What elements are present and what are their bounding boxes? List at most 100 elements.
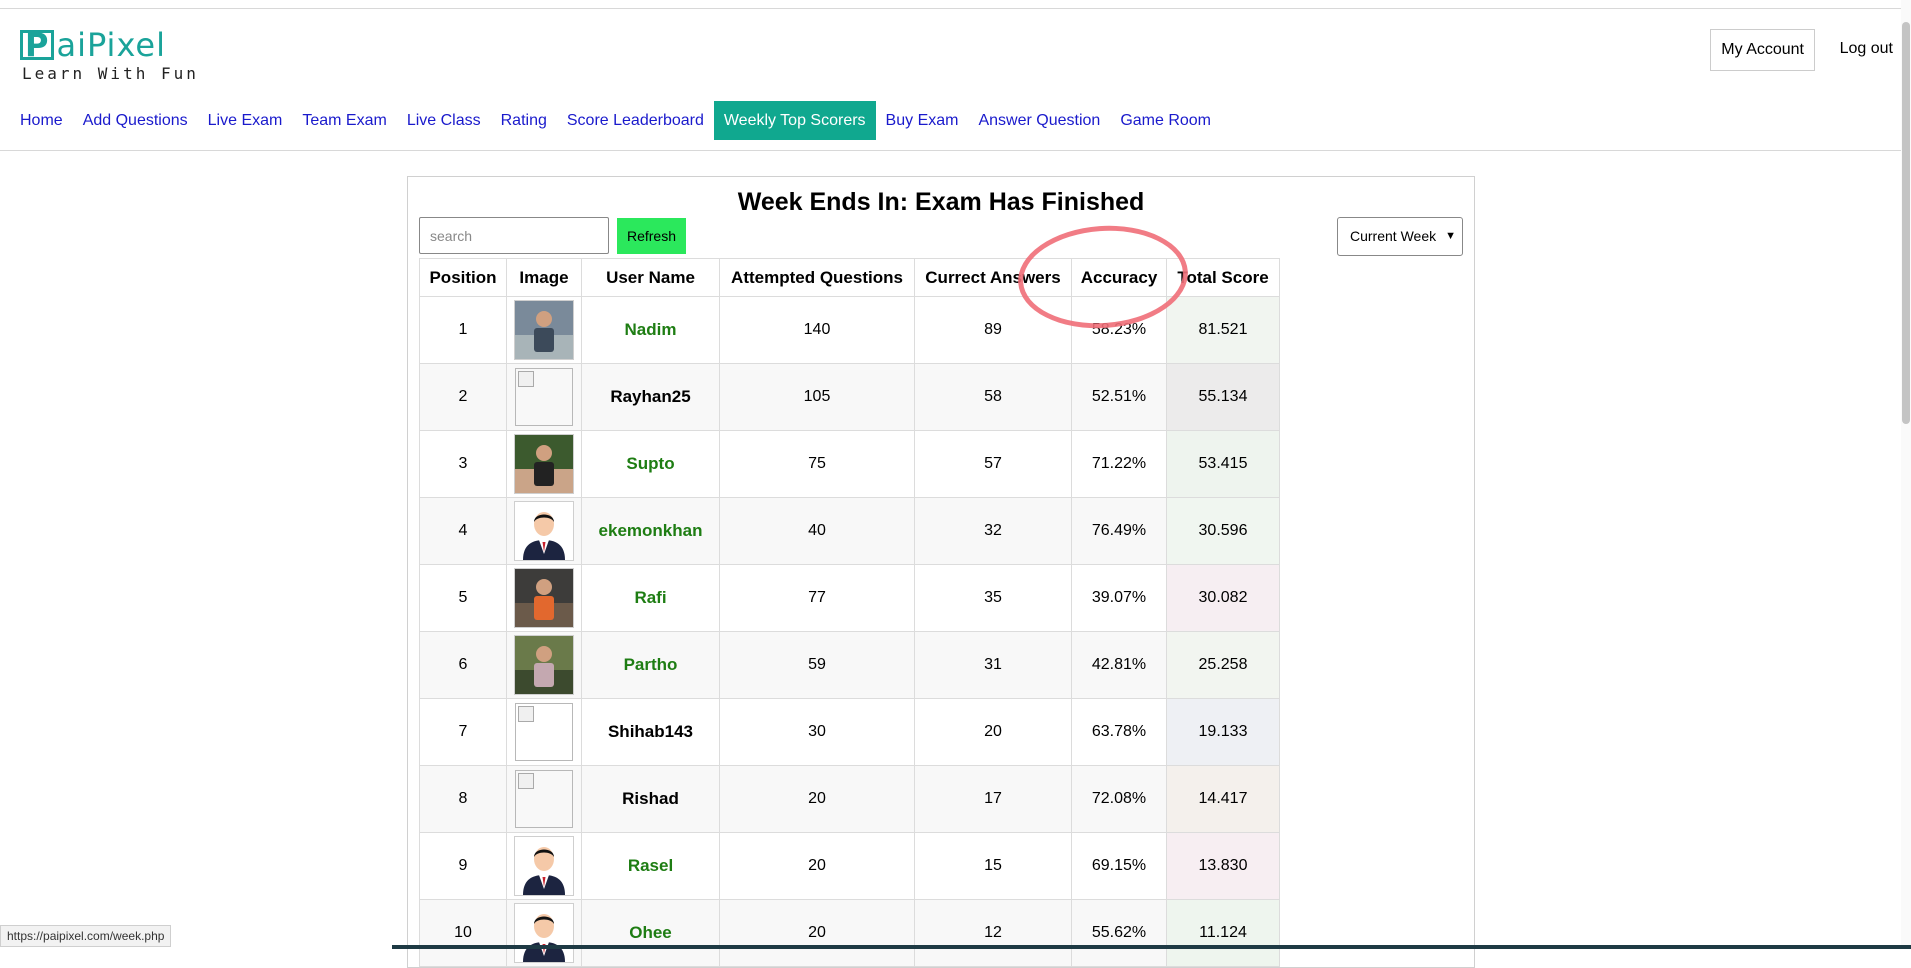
cell-position: 8 (419, 765, 507, 833)
table-row: 6 Partho 59 31 42.81% 25.258 (419, 631, 1280, 699)
cell-total-score: 13.830 (1166, 832, 1280, 900)
page-scrollbar[interactable] (1901, 0, 1911, 949)
col-image: Image (506, 258, 582, 297)
nav-item-home[interactable]: Home (10, 101, 73, 140)
cell-user-name[interactable]: Rasel (581, 832, 720, 900)
cell-image (506, 631, 582, 699)
cell-accuracy: 76.49% (1071, 497, 1167, 565)
user-name-link[interactable]: Rafi (634, 588, 666, 607)
cell-image (506, 698, 582, 766)
cell-user-name[interactable]: Ohee (581, 899, 720, 967)
user-image (514, 300, 574, 360)
cell-correct: 32 (914, 497, 1072, 565)
logout-link[interactable]: Log out (1840, 29, 1893, 69)
user-name-link[interactable]: Supto (626, 454, 674, 473)
cell-total-score: 14.417 (1166, 765, 1280, 833)
table-row: 8 Rishad 20 17 72.08% 14.417 (419, 765, 1280, 833)
cell-attempted: 75 (719, 430, 915, 498)
refresh-button[interactable]: Refresh (617, 218, 686, 254)
cell-user-name[interactable]: Nadim (581, 296, 720, 364)
cell-user-name[interactable]: Shihab143 (581, 698, 720, 766)
cell-user-name[interactable]: Rayhan25 (581, 363, 720, 431)
cell-accuracy: 63.78% (1071, 698, 1167, 766)
table-row: 1 Nadim 140 89 58.23% 81.521 (419, 296, 1280, 364)
nav-item-score-leaderboard[interactable]: Score Leaderboard (557, 101, 714, 140)
nav-item-game-room[interactable]: Game Room (1110, 101, 1221, 140)
nav-item-buy-exam[interactable]: Buy Exam (876, 101, 969, 140)
cell-attempted: 77 (719, 564, 915, 632)
broken-image-icon (515, 770, 573, 828)
cell-correct: 58 (914, 363, 1072, 431)
user-name-link[interactable]: Rasel (628, 856, 673, 875)
table-row: 9 Rasel 20 15 69.15% 13.830 (419, 832, 1280, 900)
col-attempted: Attempted Questions (719, 258, 915, 297)
table-header-row: Position Image User Name Attempted Quest… (419, 258, 1280, 297)
cell-user-name[interactable]: Rafi (581, 564, 720, 632)
nav-item-live-class[interactable]: Live Class (397, 101, 491, 140)
cell-user-name[interactable]: Partho (581, 631, 720, 699)
main-nav: Home Add Questions Live Exam Team Exam Live … (10, 101, 1221, 140)
logo-word: aiPixel (56, 26, 166, 64)
cell-position: 6 (419, 631, 507, 699)
user-name-link[interactable]: Nadim (625, 320, 677, 339)
my-account-button[interactable]: My Account (1710, 29, 1815, 71)
col-user-name: User Name (581, 258, 720, 297)
nav-divider (0, 150, 1911, 151)
table-row: 4 ekemonkhan 40 32 76.49% 30.596 (419, 497, 1280, 565)
paipixel-logo[interactable]: PaiPixel Learn With Fun (20, 28, 199, 83)
table-row: 5 Rafi 77 35 39.07% 30.082 (419, 564, 1280, 632)
table-row: 3 Supto 75 57 71.22% 53.415 (419, 430, 1280, 498)
cell-attempted: 40 (719, 497, 915, 565)
cell-total-score: 11.124 (1166, 899, 1280, 967)
nav-item-rating[interactable]: Rating (491, 101, 557, 140)
nav-item-answer-question[interactable]: Answer Question (968, 101, 1110, 140)
cell-image (506, 296, 582, 364)
nav-item-add-questions[interactable]: Add Questions (73, 101, 198, 140)
status-bar-url: https://paipixel.com/week.php (0, 925, 172, 947)
user-image (514, 568, 574, 628)
user-name-link[interactable]: Rishad (622, 789, 679, 808)
cell-correct: 12 (914, 899, 1072, 967)
page-title: Week Ends In: Exam Has Finished (737, 188, 1145, 216)
cell-attempted: 30 (719, 698, 915, 766)
user-name-link[interactable]: Partho (624, 655, 678, 674)
user-name-link[interactable]: ekemonkhan (599, 521, 703, 540)
cell-image (506, 832, 582, 900)
cell-position: 10 (419, 899, 507, 967)
cell-total-score: 25.258 (1166, 631, 1280, 699)
user-name-link[interactable]: Rayhan25 (610, 387, 690, 406)
nav-item-weekly-top-scorers[interactable]: Weekly Top Scorers (713, 101, 876, 140)
chevron-down-icon: ▼ (1445, 230, 1456, 242)
leaderboard-panel: Week Ends In: Exam Has Finished Refresh … (407, 176, 1475, 968)
user-image (514, 836, 574, 896)
week-select[interactable]: Current Week ▼ (1337, 217, 1463, 256)
logo-tagline: Learn With Fun (22, 64, 199, 83)
cell-total-score: 19.133 (1166, 698, 1280, 766)
broken-image-icon (515, 703, 573, 761)
user-name-link[interactable]: Shihab143 (608, 722, 693, 741)
cell-user-name[interactable]: ekemonkhan (581, 497, 720, 565)
cell-correct: 57 (914, 430, 1072, 498)
broken-image-icon (515, 368, 573, 426)
cell-correct: 35 (914, 564, 1072, 632)
cell-position: 9 (419, 832, 507, 900)
cell-user-name[interactable]: Rishad (581, 765, 720, 833)
default-avatar-icon (515, 904, 573, 962)
user-photo (515, 435, 573, 493)
cell-position: 2 (419, 363, 507, 431)
cell-correct: 89 (914, 296, 1072, 364)
taskbar-edge (392, 945, 1911, 949)
scrollbar-thumb[interactable] (1902, 22, 1910, 424)
user-photo (515, 569, 573, 627)
user-name-link[interactable]: Ohee (629, 923, 672, 942)
nav-item-team-exam[interactable]: Team Exam (292, 101, 396, 140)
cell-position: 1 (419, 296, 507, 364)
cell-accuracy: 39.07% (1071, 564, 1167, 632)
nav-item-live-exam[interactable]: Live Exam (198, 101, 293, 140)
cell-accuracy: 71.22% (1071, 430, 1167, 498)
cell-attempted: 20 (719, 765, 915, 833)
cell-user-name[interactable]: Supto (581, 430, 720, 498)
cell-attempted: 105 (719, 363, 915, 431)
cell-total-score: 30.082 (1166, 564, 1280, 632)
search-input[interactable] (419, 217, 609, 254)
